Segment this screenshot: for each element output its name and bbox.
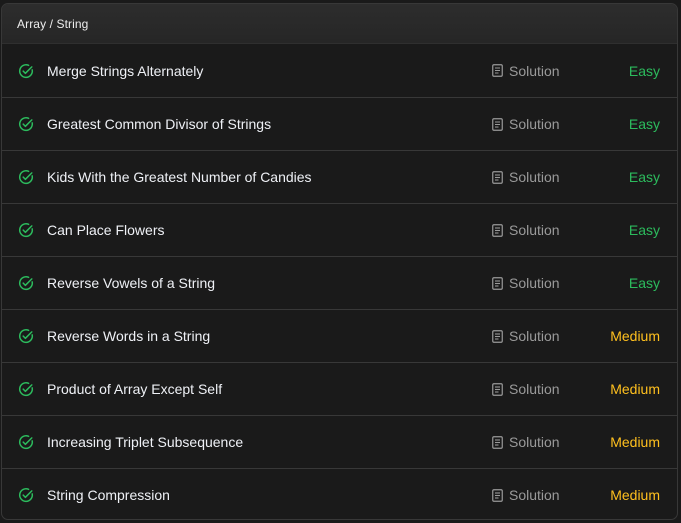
- solution-label: Solution: [509, 169, 560, 185]
- problem-row[interactable]: Kids With the Greatest Number of Candies…: [2, 150, 677, 203]
- document-icon: [492, 223, 503, 237]
- problem-row[interactable]: String Compression Solution Medium: [2, 468, 677, 519]
- check-circle-icon: [18, 276, 33, 291]
- solution-label: Solution: [509, 487, 560, 503]
- solution-link[interactable]: Solution: [492, 328, 560, 344]
- document-icon: [492, 329, 503, 343]
- problem-row[interactable]: Reverse Vowels of a String Solution Easy: [2, 256, 677, 309]
- difficulty-badge: Easy: [628, 222, 660, 238]
- difficulty-badge: Easy: [628, 62, 660, 79]
- document-icon: [492, 170, 503, 184]
- problem-title-link[interactable]: Merge Strings Alternately: [47, 63, 203, 79]
- check-circle-icon: [18, 488, 33, 503]
- solution-label: Solution: [509, 222, 560, 238]
- problem-list-panel: Array / String Merge Strings Alternately…: [1, 3, 678, 520]
- solution-link[interactable]: Solution: [492, 275, 560, 291]
- problem-row[interactable]: Merge Strings Alternately Solution Easy: [2, 44, 677, 97]
- difficulty-badge: Medium: [610, 487, 660, 503]
- problem-title-link[interactable]: String Compression: [47, 487, 170, 503]
- solution-link[interactable]: Solution: [492, 222, 560, 238]
- difficulty-badge: Medium: [610, 434, 660, 450]
- solution-link[interactable]: Solution: [492, 434, 560, 450]
- problem-row[interactable]: Reverse Words in a String Solution Mediu…: [2, 309, 677, 362]
- solution-label: Solution: [509, 381, 560, 397]
- document-icon: [492, 117, 503, 131]
- section-title: Array / String: [17, 16, 89, 31]
- check-circle-icon: [18, 435, 33, 450]
- solution-link[interactable]: Solution: [492, 487, 560, 503]
- solution-link[interactable]: Solution: [492, 116, 560, 132]
- solution-link[interactable]: Solution: [492, 169, 560, 185]
- check-circle-icon: [18, 382, 33, 397]
- document-icon: [492, 382, 503, 396]
- document-icon: [492, 276, 503, 290]
- solution-label: Solution: [509, 434, 560, 450]
- problem-row[interactable]: Product of Array Except Self Solution Me…: [2, 362, 677, 415]
- document-icon: [492, 488, 503, 502]
- check-circle-icon: [18, 63, 33, 78]
- check-circle-icon: [18, 223, 33, 238]
- problem-title-link[interactable]: Greatest Common Divisor of Strings: [47, 116, 271, 132]
- difficulty-badge: Easy: [628, 169, 660, 185]
- solution-link[interactable]: Solution: [492, 63, 560, 79]
- problem-row[interactable]: Increasing Triplet Subsequence Solution …: [2, 415, 677, 468]
- problem-title-link[interactable]: Can Place Flowers: [47, 222, 165, 238]
- problem-title-link[interactable]: Reverse Vowels of a String: [47, 275, 215, 291]
- section-header[interactable]: Array / String: [2, 4, 677, 44]
- check-circle-icon: [18, 329, 33, 344]
- problem-title-link[interactable]: Product of Array Except Self: [47, 381, 222, 397]
- problem-title-link[interactable]: Kids With the Greatest Number of Candies: [47, 169, 312, 185]
- difficulty-badge: Medium: [610, 328, 660, 344]
- problem-row[interactable]: Can Place Flowers Solution Easy: [2, 203, 677, 256]
- check-circle-icon: [18, 117, 33, 132]
- problem-row[interactable]: Greatest Common Divisor of Strings Solut…: [2, 97, 677, 150]
- solution-label: Solution: [509, 116, 560, 132]
- problem-title-link[interactable]: Reverse Words in a String: [47, 328, 210, 344]
- document-icon: [492, 435, 503, 449]
- difficulty-badge: Easy: [628, 275, 660, 291]
- solution-label: Solution: [509, 62, 560, 79]
- check-circle-icon: [18, 170, 33, 185]
- solution-label: Solution: [509, 328, 560, 344]
- solution-label: Solution: [509, 275, 560, 291]
- solution-link[interactable]: Solution: [492, 381, 560, 397]
- difficulty-badge: Medium: [610, 381, 660, 397]
- problem-list: Merge Strings Alternately Solution Easy …: [2, 44, 677, 519]
- document-icon: [492, 64, 503, 77]
- problem-title-link[interactable]: Increasing Triplet Subsequence: [47, 434, 243, 450]
- difficulty-badge: Easy: [628, 116, 660, 132]
